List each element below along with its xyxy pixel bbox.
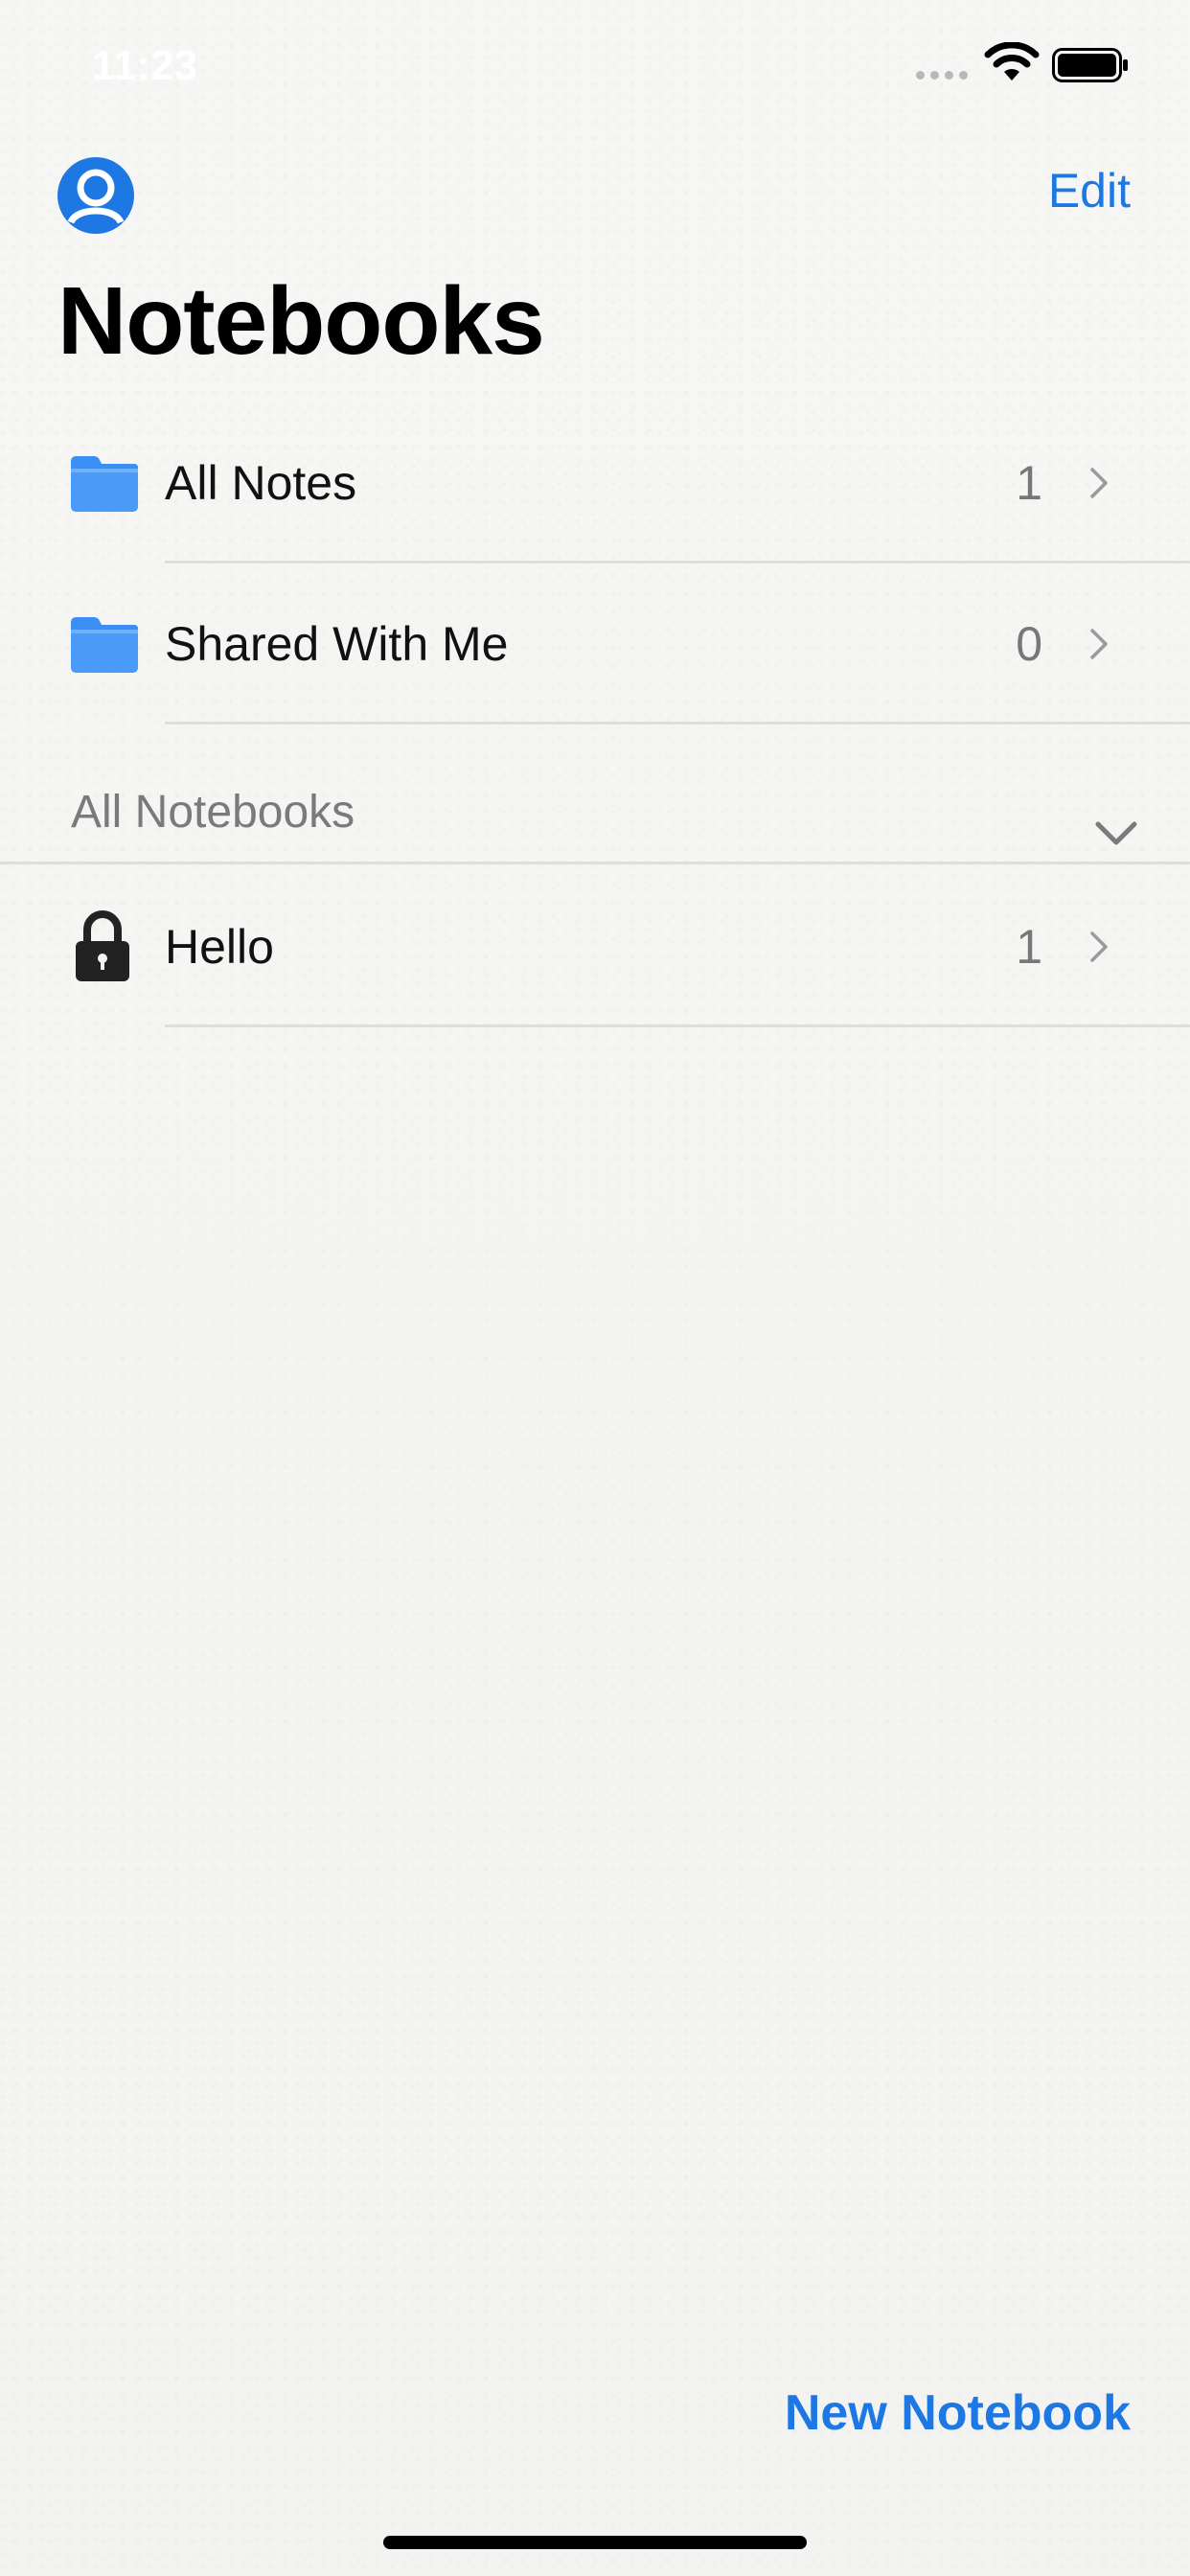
page-title: Notebooks — [57, 267, 545, 375]
wifi-icon — [984, 42, 1040, 80]
row-label: Shared With Me — [165, 617, 509, 671]
home-indicator[interactable] — [383, 2536, 807, 2549]
notebooks-screen: 11:23 Edit Notebooks All Notes 1 Shared … — [0, 0, 1190, 2576]
battery-icon — [1052, 48, 1128, 82]
row-count: 1 — [1016, 920, 1042, 974]
section-label: All Notebooks — [71, 787, 355, 838]
section-divider — [0, 862, 1190, 864]
row-count: 0 — [1016, 617, 1042, 671]
row-divider — [165, 722, 1190, 724]
edit-button[interactable]: Edit — [1048, 163, 1131, 218]
notebook-row-hello[interactable]: Hello 1 — [0, 866, 1190, 1027]
new-notebook-button[interactable]: New Notebook — [785, 2384, 1131, 2442]
status-bar: 11:23 — [0, 0, 1190, 125]
row-shared-with-me[interactable]: Shared With Me 0 — [0, 564, 1190, 724]
chevron-right-icon — [1090, 629, 1108, 659]
row-label: Hello — [165, 920, 274, 974]
row-divider — [165, 1024, 1190, 1027]
row-label: All Notes — [165, 456, 357, 510]
row-count: 1 — [1016, 456, 1042, 510]
folder-icon — [71, 617, 138, 673]
all-notebooks-section-header[interactable]: All Notebooks — [0, 740, 1190, 864]
chevron-down-icon — [1095, 821, 1137, 845]
status-time: 11:23 — [92, 42, 198, 89]
lock-icon — [76, 910, 129, 981]
folder-icon — [71, 456, 138, 512]
account-avatar-icon[interactable] — [56, 155, 136, 236]
cellular-signal-icon — [916, 71, 968, 80]
chevron-right-icon — [1090, 468, 1108, 498]
row-all-notes[interactable]: All Notes 1 — [0, 402, 1190, 564]
chevron-right-icon — [1090, 932, 1108, 962]
